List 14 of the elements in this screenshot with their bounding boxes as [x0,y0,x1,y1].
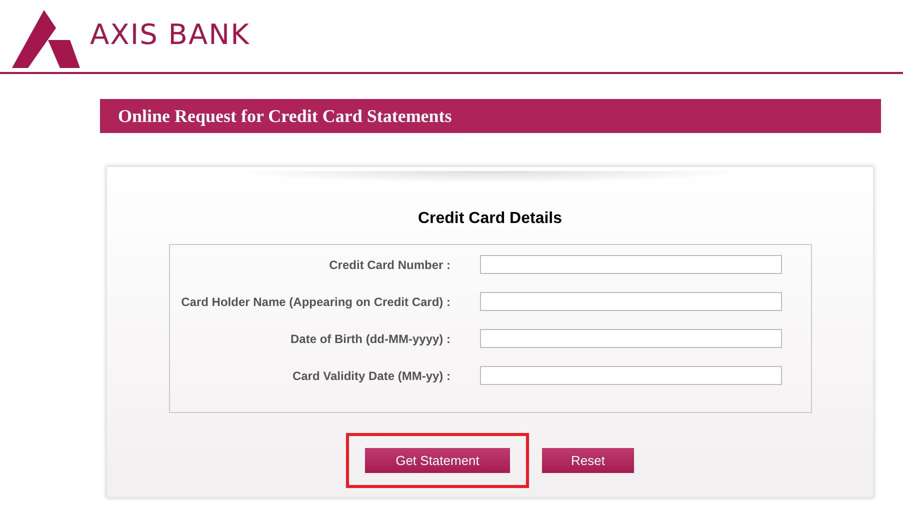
field-label: Card Holder Name (Appearing on Credit Card) : [180,294,450,308]
input-field[interactable] [480,292,782,311]
input-field[interactable] [480,329,782,348]
logo-icon [12,10,80,70]
submit-button[interactable]: Get Statement [365,448,510,473]
section-title: Credit Card Details [418,210,562,228]
field-label: Card Validity Date (MM-yy) : [291,368,450,382]
reset-button[interactable]: Reset [542,448,634,473]
input-field[interactable] [480,255,782,274]
field-label: Credit Card Number : [328,258,450,272]
field-label: Date of Birth (dd-MM-yyyy) : [290,332,450,346]
page-title: Online Request for Credit Card Statements [100,99,881,133]
logo-text: AXIS BANK [90,18,250,50]
input-field[interactable] [480,366,782,385]
